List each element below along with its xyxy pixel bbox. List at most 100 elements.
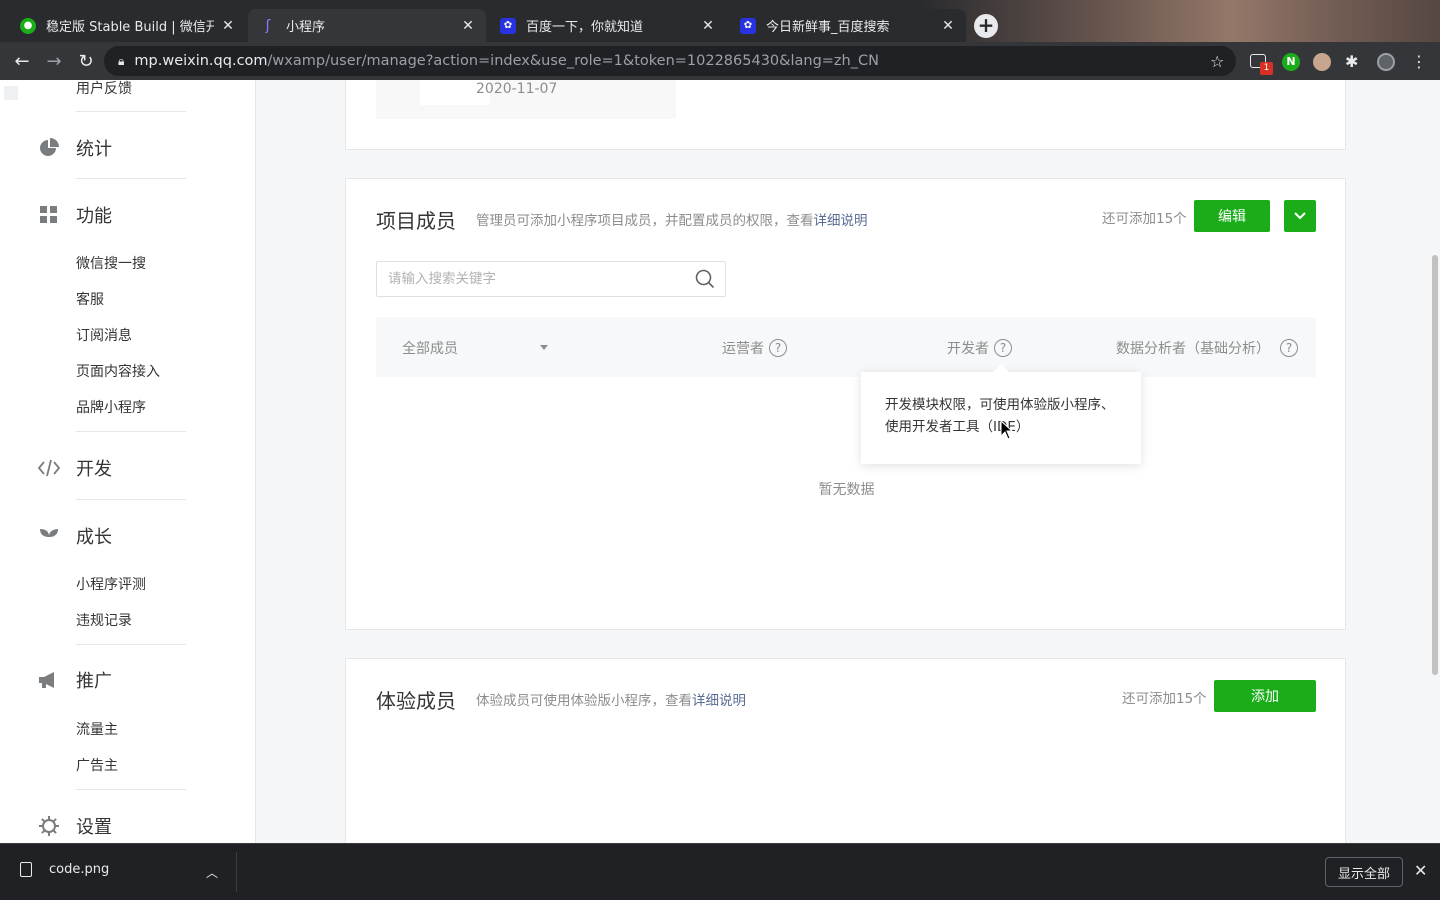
megaphone-icon: [38, 669, 60, 691]
members-empty-state: 暂无数据: [818, 482, 875, 498]
trial-desc-text: 体验成员可使用体验版小程序，查看: [476, 693, 692, 709]
tabbar-background: [920, 0, 1440, 42]
gear-icon: [38, 815, 60, 837]
baidu-icon: ✿: [740, 17, 756, 34]
close-icon[interactable]: ✕: [460, 18, 476, 34]
sidebar-group-label: 功能: [76, 206, 112, 227]
more-dropdown-button[interactable]: [1284, 200, 1316, 232]
sidebar-group-label: 统计: [76, 139, 112, 160]
sidebar-group-settings[interactable]: 设置: [38, 813, 112, 839]
pie-chart-icon: [38, 137, 60, 159]
sidebar-group-label: 推广: [76, 671, 112, 692]
back-icon[interactable]: ←: [6, 45, 38, 77]
sidebar-group-label: 开发: [76, 459, 112, 480]
file-icon: [20, 862, 32, 877]
members-desc: 管理员可添加小程序项目成员，并配置成员的权限，查看详细说明: [476, 209, 868, 229]
browser-toolbar: ← → ↻ 🔒︎ mp.weixin.qq.com/wxamp/user/man…: [0, 42, 1440, 80]
sidebar: 用户反馈 统计 功能 微信搜一搜 客服 订阅消息 页面内容接入 品牌小程序 开发: [0, 80, 256, 843]
lock-icon: 🔒︎: [118, 53, 125, 68]
sidebar-group-stats[interactable]: 统计: [38, 135, 112, 161]
sidebar-item-advertiser[interactable]: 广告主: [76, 755, 118, 775]
tab-title: 小程序: [286, 20, 326, 35]
column-developer-label: 开发者: [947, 341, 989, 357]
sidebar-divider: [76, 178, 186, 179]
download-item[interactable]: code.png: [20, 862, 109, 877]
trial-desc: 体验成员可使用体验版小程序，查看详细说明: [476, 689, 746, 709]
sidebar-item-wechat-search[interactable]: 微信搜一搜: [76, 253, 146, 273]
tab-baidu-search[interactable]: ✿ 今日新鲜事_百度搜索 ✕: [728, 9, 966, 42]
sidebar-item-subscribe-message[interactable]: 订阅消息: [76, 325, 132, 345]
tab-miniprogram[interactable]: ʃ 小程序 ✕: [248, 9, 486, 42]
sidebar-item-traffic-owner[interactable]: 流量主: [76, 719, 118, 739]
forward-icon[interactable]: →: [38, 45, 70, 77]
tab-title: 稳定版 Stable Build | 微信开放文: [46, 20, 214, 35]
column-operator: 运营者 ?: [722, 338, 787, 358]
chevron-up-icon[interactable]: ︿: [206, 864, 218, 881]
tab-stable-build[interactable]: ● 稳定版 Stable Build | 微信开放文 ✕: [8, 9, 246, 42]
add-member-button[interactable]: 添加: [1214, 680, 1316, 712]
sidebar-group-growth[interactable]: 成长: [38, 523, 112, 549]
tab-baidu[interactable]: ✿ 百度一下，你就知道 ✕: [488, 9, 726, 42]
sidebar-group-develop[interactable]: 开发: [38, 455, 112, 481]
member-filter-select[interactable]: 全部成员: [402, 338, 458, 358]
show-all-button[interactable]: 显示全部: [1325, 857, 1403, 887]
download-divider: [236, 852, 237, 892]
edit-button[interactable]: 编辑: [1194, 200, 1270, 232]
miniprogram-icon: ʃ: [265, 17, 271, 34]
sidebar-item-violations[interactable]: 违规记录: [76, 610, 132, 630]
reload-icon[interactable]: ↻: [70, 45, 102, 77]
close-icon[interactable]: ✕: [940, 18, 956, 34]
page-scrollbar[interactable]: [1432, 255, 1438, 675]
extension-eyes-icon[interactable]: [1313, 53, 1331, 71]
project-members-card: 项目成员 管理员可添加小程序项目成员，并配置成员的权限，查看详细说明 还可添加1…: [345, 178, 1346, 630]
sidebar-item-page-content[interactable]: 页面内容接入: [76, 361, 160, 381]
bookmark-star-icon[interactable]: ☆: [1210, 52, 1224, 71]
search-input[interactable]: [388, 271, 678, 287]
close-icon[interactable]: ✕: [1414, 861, 1427, 880]
wechat-icon: ●: [20, 17, 36, 34]
top-info-box: 2020-11-07: [376, 80, 676, 119]
sidebar-divider: [76, 111, 186, 112]
url-host: mp.weixin.qq.com: [134, 53, 268, 69]
sidebar-item-evaluation[interactable]: 小程序评测: [76, 574, 146, 594]
members-detail-link[interactable]: 详细说明: [814, 213, 868, 229]
question-icon[interactable]: ?: [994, 339, 1012, 357]
column-analyst: 数据分析者（基础分析） ?: [1116, 338, 1298, 358]
close-icon[interactable]: ✕: [220, 18, 236, 34]
sidebar-marker: [4, 86, 18, 100]
question-icon[interactable]: ?: [769, 339, 787, 357]
question-icon[interactable]: ?: [1280, 339, 1298, 357]
sidebar-item-brand[interactable]: 品牌小程序: [76, 397, 146, 417]
close-icon[interactable]: ✕: [700, 18, 716, 34]
column-operator-label: 运营者: [722, 341, 764, 357]
sidebar-group-label: 成长: [76, 527, 112, 548]
grid-icon: [38, 204, 60, 226]
sidebar-item-feedback[interactable]: 用户反馈: [76, 80, 132, 98]
new-tab-button[interactable]: +: [974, 14, 998, 38]
trial-quota: 还可添加15个: [1122, 691, 1207, 707]
extensions-puzzle-icon[interactable]: ✱: [1345, 53, 1363, 71]
members-table-header: 全部成员 运营者 ? 开发者 ? 数据分析者（基础分析） ?: [376, 317, 1316, 377]
sidebar-divider: [76, 644, 186, 645]
address-bar[interactable]: 🔒︎ mp.weixin.qq.com/wxamp/user/manage?ac…: [104, 46, 1236, 76]
caret-down-icon[interactable]: [540, 345, 548, 350]
sidebar-group-promotion[interactable]: 推广: [38, 667, 112, 693]
top-info-date: 2020-11-07: [476, 81, 558, 97]
extension-badge: 1: [1260, 62, 1273, 75]
trial-detail-link[interactable]: 详细说明: [692, 693, 746, 709]
url-path: /wxamp/user/manage?action=index&use_role…: [267, 53, 879, 69]
sidebar-divider: [76, 431, 186, 432]
search-icon[interactable]: [695, 269, 715, 289]
trial-members-card: 体验成员 体验成员可使用体验版小程序，查看详细说明 还可添加15个 添加: [345, 658, 1346, 843]
download-filename: code.png: [49, 862, 110, 877]
trial-title: 体验成员: [376, 689, 456, 713]
profile-avatar[interactable]: [1377, 53, 1395, 71]
sprout-icon: [38, 525, 60, 547]
sidebar-item-customer-service[interactable]: 客服: [76, 289, 104, 309]
code-icon: [38, 457, 60, 479]
extension-n-icon[interactable]: N: [1282, 53, 1300, 71]
menu-kebab-icon[interactable]: ⋮: [1410, 53, 1428, 71]
sidebar-group-features[interactable]: 功能: [38, 202, 112, 228]
sidebar-divider: [76, 499, 186, 500]
top-info-card: 2020-11-07: [345, 80, 1346, 150]
